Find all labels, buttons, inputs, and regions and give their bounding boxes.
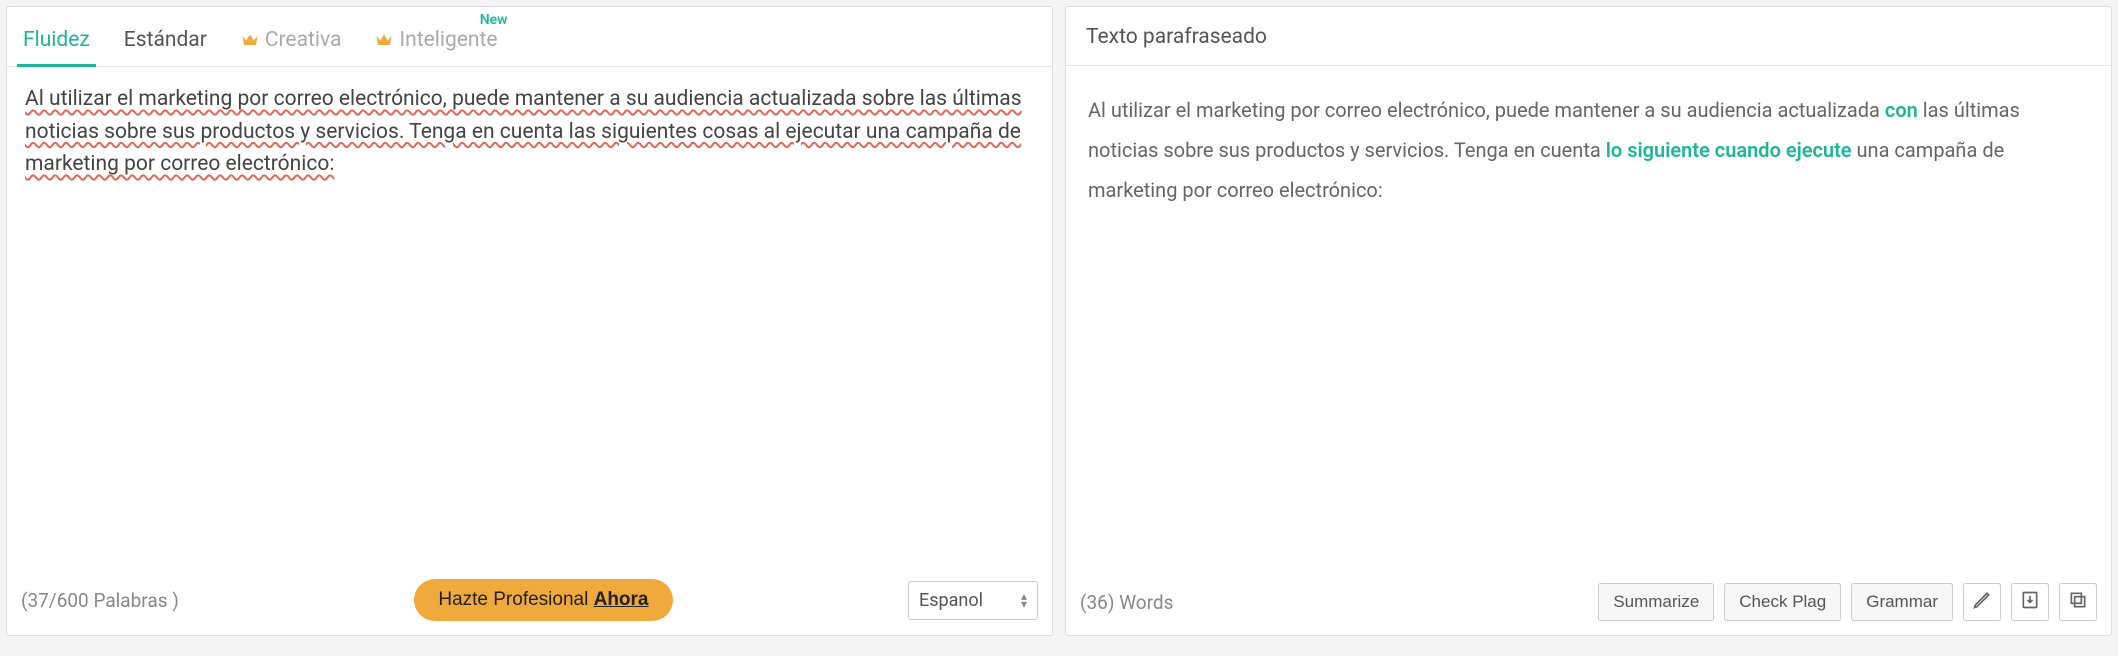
check-plag-label: Check Plag xyxy=(1739,592,1826,611)
tab-estandar-label: Estándar xyxy=(124,28,207,52)
output-footer: (36) Words Summarize Check Plag Grammar xyxy=(1066,573,2111,635)
output-header: Texto parafraseado xyxy=(1066,7,2111,66)
output-panel: Texto parafraseado Al utilizar el market… xyxy=(1065,6,2112,636)
download-button[interactable] xyxy=(2011,583,2049,621)
tab-creativa-label: Creativa xyxy=(265,28,342,52)
language-select[interactable]: Espanol ▴▾ xyxy=(908,581,1038,620)
edit-button[interactable] xyxy=(1963,583,2001,621)
app-root: Fluidez Estándar Creativa Inteligente Ne… xyxy=(6,6,2112,636)
output-wordcount: (36) Words xyxy=(1080,591,1173,614)
chevron-updown-icon: ▴▾ xyxy=(1021,592,1027,609)
input-textarea[interactable]: Al utilizar el marketing por correo elec… xyxy=(7,67,1052,569)
input-wordcount: (37/600 Palabras ) xyxy=(21,589,179,612)
summarize-label: Summarize xyxy=(1613,592,1699,611)
mode-tabs: Fluidez Estándar Creativa Inteligente Ne… xyxy=(7,7,1052,67)
tab-creativa[interactable]: Creativa xyxy=(235,16,348,66)
download-icon xyxy=(2020,590,2040,615)
grammar-label: Grammar xyxy=(1866,592,1938,611)
output-seg: Al utilizar el marketing por correo elec… xyxy=(1088,98,1885,122)
output-highlight: con xyxy=(1885,98,1918,122)
new-badge: New xyxy=(480,12,508,28)
output-highlight: lo siguiente cuando ejecute xyxy=(1606,138,1852,162)
summarize-button[interactable]: Summarize xyxy=(1598,583,1714,621)
go-pro-prefix: Hazte Profesional xyxy=(438,589,593,610)
grammar-button[interactable]: Grammar xyxy=(1851,583,1953,621)
tab-inteligente-label: Inteligente xyxy=(399,28,497,52)
crown-icon xyxy=(241,33,259,47)
copy-button[interactable] xyxy=(2059,583,2097,621)
output-textarea[interactable]: Al utilizar el marketing por correo elec… xyxy=(1066,66,2111,573)
input-footer: (37/600 Palabras ) Hazte Profesional Aho… xyxy=(7,569,1052,635)
output-title: Texto parafraseado xyxy=(1086,25,1267,49)
language-value: Espanol xyxy=(919,590,983,611)
input-text-segment: Al utilizar el marketing por correo elec… xyxy=(25,87,1022,176)
go-pro-bold: Ahora xyxy=(594,589,649,610)
crown-icon xyxy=(375,33,393,47)
tab-fluidez-label: Fluidez xyxy=(23,28,90,52)
go-pro-button[interactable]: Hazte Profesional Ahora xyxy=(414,579,672,621)
check-plag-button[interactable]: Check Plag xyxy=(1724,583,1841,621)
pencil-icon xyxy=(1972,590,1992,615)
tab-fluidez[interactable]: Fluidez xyxy=(17,16,96,66)
tab-estandar[interactable]: Estándar xyxy=(118,16,213,66)
input-panel: Fluidez Estándar Creativa Inteligente Ne… xyxy=(6,6,1053,636)
copy-icon xyxy=(2068,590,2088,615)
tab-inteligente[interactable]: Inteligente New xyxy=(369,16,503,66)
